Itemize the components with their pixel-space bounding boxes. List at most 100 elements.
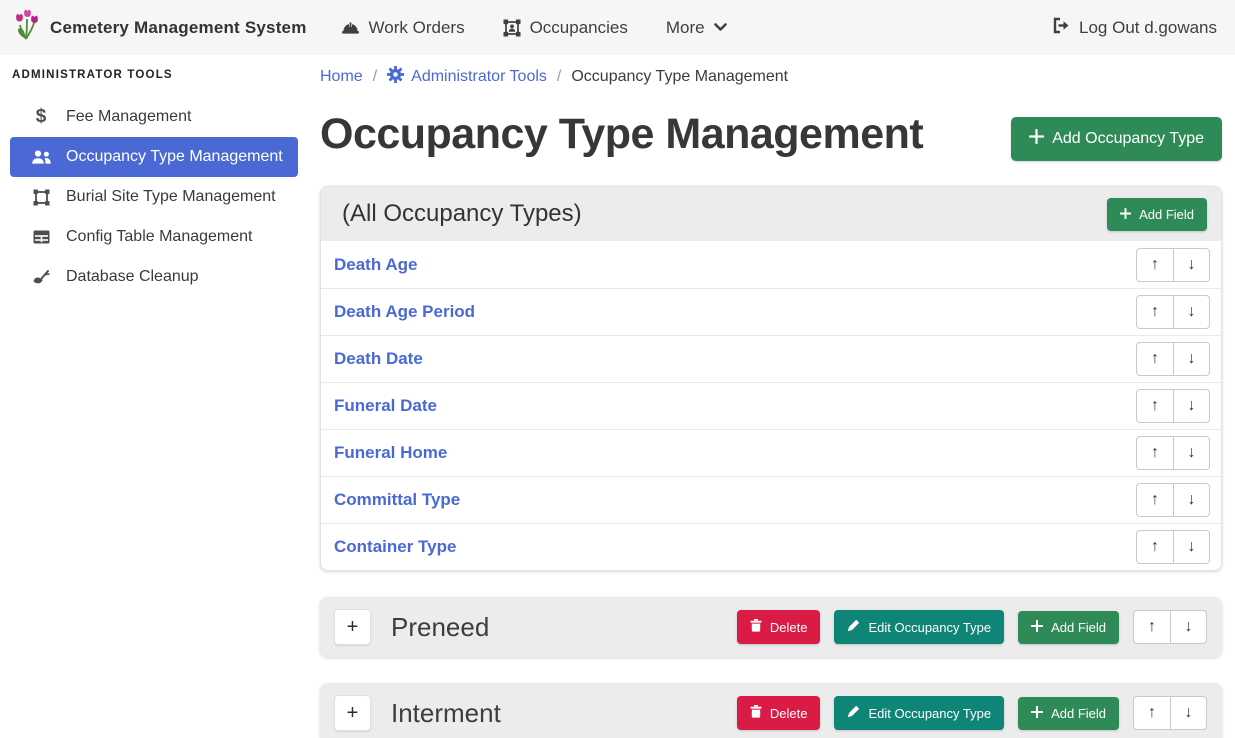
breadcrumb-admin-tools-label: Administrator Tools: [411, 68, 547, 86]
tulip-logo-icon: [14, 9, 40, 46]
section-actions: Delete Edit Occupancy Type: [737, 610, 1207, 644]
add-field-label: Add Field: [1139, 207, 1194, 222]
move-up-button[interactable]: ↑: [1136, 530, 1173, 564]
nav-more-label: More: [666, 18, 705, 38]
move-up-button[interactable]: ↑: [1133, 696, 1170, 730]
move-down-button[interactable]: ↓: [1173, 483, 1210, 517]
sidebar-item-label: Fee Management: [66, 108, 191, 126]
move-down-button[interactable]: ↓: [1173, 342, 1210, 376]
field-row: Committal Type ↑ ↓: [321, 476, 1221, 523]
all-types-card-title: (All Occupancy Types): [342, 200, 582, 228]
field-link[interactable]: Container Type: [334, 537, 456, 557]
field-link[interactable]: Funeral Home: [334, 443, 447, 463]
reorder-controls: ↑ ↓: [1133, 696, 1207, 730]
field-link[interactable]: Death Date: [334, 349, 423, 369]
top-navbar: Cemetery Management System Work Orders: [0, 0, 1235, 55]
field-link[interactable]: Committal Type: [334, 490, 460, 510]
section-title: Interment: [391, 698, 501, 729]
logout-label: Log Out d.gowans: [1079, 18, 1217, 38]
add-field-button[interactable]: Add Field: [1107, 198, 1207, 231]
expand-button[interactable]: +: [334, 609, 371, 645]
add-field-button[interactable]: Add Field: [1018, 697, 1119, 730]
all-occupancy-types-card: (All Occupancy Types) Add Field Death Ag…: [320, 186, 1222, 571]
move-down-button[interactable]: ↓: [1173, 295, 1210, 329]
move-down-button[interactable]: ↓: [1170, 696, 1207, 730]
move-up-button[interactable]: ↑: [1136, 248, 1173, 282]
reorder-controls: ↑ ↓: [1136, 483, 1210, 517]
add-field-label: Add Field: [1051, 706, 1106, 721]
move-up-button[interactable]: ↑: [1136, 436, 1173, 470]
sign-out-icon: [1052, 17, 1070, 39]
reorder-controls: ↑ ↓: [1136, 436, 1210, 470]
field-row: Funeral Home ↑ ↓: [321, 429, 1221, 476]
brand-title: Cemetery Management System: [50, 18, 307, 38]
move-up-button[interactable]: ↑: [1136, 483, 1173, 517]
delete-button[interactable]: Delete: [737, 610, 821, 644]
plus-icon: [1031, 706, 1043, 721]
nav-more[interactable]: More: [666, 18, 727, 38]
move-up-button[interactable]: ↑: [1136, 389, 1173, 423]
field-link[interactable]: Funeral Date: [334, 396, 437, 416]
sidebar-item-occupancy-type-management[interactable]: Occupancy Type Management: [10, 137, 298, 177]
nav-occupancies[interactable]: Occupancies: [503, 18, 628, 38]
field-row: Funeral Date ↑ ↓: [321, 382, 1221, 429]
breadcrumb-separator: /: [557, 68, 561, 86]
table-icon: [30, 230, 52, 244]
field-link[interactable]: Death Age Period: [334, 302, 475, 322]
move-down-button[interactable]: ↓: [1173, 389, 1210, 423]
edit-occupancy-type-button[interactable]: Edit Occupancy Type: [834, 696, 1004, 730]
sidebar: ADMINISTRATOR TOOLS $ Fee Management Occ…: [0, 55, 310, 738]
add-field-button[interactable]: Add Field: [1018, 611, 1119, 644]
all-types-card-header: (All Occupancy Types) Add Field: [321, 187, 1221, 241]
occupant-frame-icon: [503, 19, 521, 37]
move-down-button[interactable]: ↓: [1173, 248, 1210, 282]
field-row: Death Age ↑ ↓: [321, 241, 1221, 288]
pencil-icon: [847, 705, 860, 721]
users-icon: [30, 150, 52, 165]
sidebar-heading: ADMINISTRATOR TOOLS: [0, 64, 310, 85]
add-field-label: Add Field: [1051, 620, 1106, 635]
logout-button[interactable]: Log Out d.gowans: [1052, 17, 1217, 39]
pencil-icon: [847, 619, 860, 635]
move-down-button[interactable]: ↓: [1173, 436, 1210, 470]
field-link[interactable]: Death Age: [334, 255, 417, 275]
expand-button[interactable]: +: [334, 695, 371, 731]
breadcrumb-admin-tools-link[interactable]: Administrator Tools: [387, 66, 547, 88]
trash-icon: [750, 619, 762, 635]
move-down-button[interactable]: ↓: [1173, 530, 1210, 564]
field-row: Death Date ↑ ↓: [321, 335, 1221, 382]
section-title: Preneed: [391, 612, 489, 643]
reorder-controls: ↑ ↓: [1136, 530, 1210, 564]
field-row: Container Type ↑ ↓: [321, 523, 1221, 570]
section-interment: + Interment Delete: [320, 683, 1222, 738]
reorder-controls: ↑ ↓: [1136, 248, 1210, 282]
hard-hat-icon: [341, 20, 360, 36]
sidebar-item-label: Config Table Management: [66, 228, 253, 246]
gear-icon: [387, 66, 404, 88]
breadcrumb-current: Occupancy Type Management: [571, 68, 788, 86]
edit-occupancy-type-label: Edit Occupancy Type: [868, 620, 991, 635]
app-brand[interactable]: Cemetery Management System: [14, 9, 307, 46]
move-up-button[interactable]: ↑: [1136, 342, 1173, 376]
edit-occupancy-type-button[interactable]: Edit Occupancy Type: [834, 610, 1004, 644]
sidebar-item-fee-management[interactable]: $ Fee Management: [10, 97, 298, 137]
main-content: Home / Administrator Tool: [310, 55, 1235, 738]
move-down-button[interactable]: ↓: [1170, 610, 1207, 644]
breadcrumb-home-link[interactable]: Home: [320, 68, 363, 86]
delete-button[interactable]: Delete: [737, 696, 821, 730]
move-up-button[interactable]: ↑: [1136, 295, 1173, 329]
nav-work-orders[interactable]: Work Orders: [341, 18, 465, 38]
sidebar-item-config-table-management[interactable]: Config Table Management: [10, 217, 298, 257]
broom-icon: [30, 269, 52, 285]
sidebar-item-label: Burial Site Type Management: [66, 188, 276, 206]
move-up-button[interactable]: ↑: [1133, 610, 1170, 644]
sidebar-item-label: Occupancy Type Management: [66, 148, 283, 166]
reorder-controls: ↑ ↓: [1136, 389, 1210, 423]
sidebar-item-burial-site-type-management[interactable]: Burial Site Type Management: [10, 177, 298, 217]
add-occupancy-type-button[interactable]: Add Occupancy Type: [1011, 117, 1222, 161]
sidebar-item-database-cleanup[interactable]: Database Cleanup: [10, 257, 298, 297]
plus-icon: [1029, 129, 1044, 149]
field-row: Death Age Period ↑ ↓: [321, 288, 1221, 335]
dollar-icon: $: [30, 106, 52, 128]
edit-occupancy-type-label: Edit Occupancy Type: [868, 706, 991, 721]
